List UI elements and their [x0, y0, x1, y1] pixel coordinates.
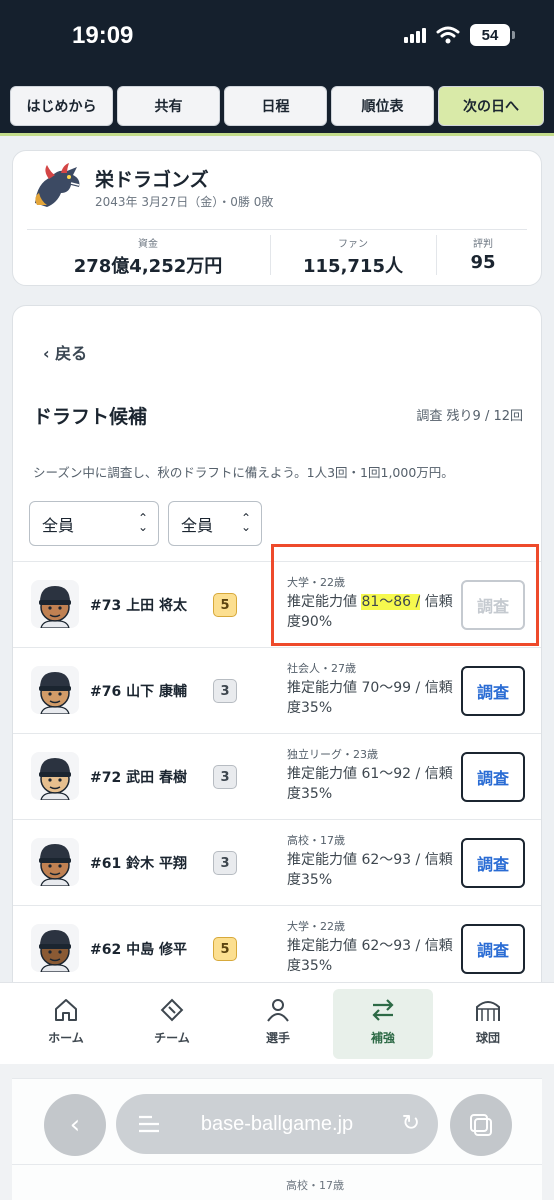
page-title: ドラフト候補: [33, 406, 148, 428]
player-avatar-icon: [31, 924, 79, 972]
status-time: 19:09: [72, 22, 134, 49]
rank-badge: 5: [213, 937, 237, 961]
table-row: #62 中島 修平 5 大学・22歳 推定能力値 62〜93 / 信頼度35% …: [13, 905, 541, 991]
wifi-icon: [436, 26, 460, 44]
survey-button[interactable]: 調査: [461, 666, 525, 716]
survey-button[interactable]: 調査: [461, 924, 525, 974]
url-text: base-ballgame.jp: [200, 1112, 354, 1135]
standings-button[interactable]: 順位表: [331, 86, 434, 126]
partial-row-meta: 高校・17歳: [286, 1179, 344, 1192]
draft-description: シーズン中に調査し、秋のドラフトに備えよう。1人3回・1回1,000万円。: [33, 465, 454, 480]
signal-icon: [404, 27, 426, 43]
stat-reputation: 評判 95: [437, 235, 529, 273]
table-row: #72 武田 春樹 3 独立リーグ・23歳 推定能力値 61〜92 / 信頼度3…: [13, 733, 541, 819]
filter-select-1-value: 全員: [42, 515, 75, 535]
estimate-range-highlight: 81〜86 /: [361, 594, 421, 610]
player-avatar-icon: [31, 752, 79, 800]
tab-club[interactable]: 球団: [438, 989, 538, 1059]
stat-reputation-label: 評判: [473, 239, 493, 250]
player-avatar-icon: [31, 666, 79, 714]
share-button[interactable]: 共有: [117, 86, 220, 126]
player-name: #73 上田 将太: [90, 598, 187, 614]
team-date-record: 2043年 3月27日（金）・0勝 0敗: [95, 195, 274, 209]
survey-remaining: 調査 残り9 / 12回: [416, 409, 523, 424]
home-icon: [55, 999, 77, 1021]
player-name: #72 武田 春樹: [90, 770, 187, 786]
bottom-tab-bar: ホーム チーム 選手 補強 球団: [0, 982, 554, 1064]
player-meta: 大学・22歳: [287, 920, 345, 933]
person-icon: [267, 999, 289, 1022]
stat-fans-value: 115,715人: [303, 256, 403, 277]
table-row: #73 上田 将太 5 大学・22歳 推定能力値 81〜86 / 信頼度90% …: [13, 561, 541, 647]
player-name: #62 中島 修平: [90, 942, 187, 958]
swap-arrows-icon: [372, 999, 394, 1021]
diamond-icon: [160, 998, 184, 1022]
tabs-icon: [470, 1114, 492, 1136]
divider: [27, 229, 527, 230]
app-header: 19:09 54 はじめから 共有 日程 順位表 次の日へ: [0, 0, 554, 136]
stadium-icon: [476, 1001, 500, 1021]
tab-reinforce-label: 補強: [370, 1031, 395, 1045]
player-meta: 社会人・27歳: [287, 662, 356, 675]
tab-team-label: チーム: [154, 1031, 190, 1045]
team-name: 栄ドラゴンズ: [95, 169, 209, 191]
tab-players[interactable]: 選手: [228, 989, 328, 1059]
page-menu-icon: [139, 1115, 159, 1133]
player-name: #61 鈴木 平翔: [90, 856, 187, 872]
estimate-text: 推定能力値 61〜92 / 信頼度35%: [287, 766, 453, 802]
stat-funds-value: 278億4,252万円: [73, 256, 223, 277]
player-meta: 大学・22歳: [287, 576, 345, 589]
player-avatar-icon: [31, 838, 79, 886]
rank-badge: 3: [213, 765, 237, 789]
url-bar[interactable]: base-ballgame.jp ↻: [116, 1094, 438, 1154]
estimate-text: 推定能力値 81〜86 / 信頼度90%: [287, 594, 453, 630]
tab-home[interactable]: ホーム: [16, 989, 116, 1059]
chevron-updown-icon: ⌃ ⌄: [240, 511, 251, 534]
stat-funds-label: 資金: [138, 239, 158, 250]
stat-fans: ファン 115,715人: [271, 235, 435, 278]
filter-select-2[interactable]: 全員 ⌃ ⌄: [168, 501, 262, 546]
tab-home-label: ホーム: [48, 1031, 84, 1045]
tab-club-label: 球団: [475, 1031, 500, 1045]
estimate-text: 推定能力値 62〜93 / 信頼度35%: [287, 938, 453, 974]
survey-button[interactable]: 調査: [461, 580, 525, 630]
start-over-button[interactable]: はじめから: [10, 86, 113, 126]
stat-reputation-value: 95: [470, 252, 496, 273]
rank-badge: 3: [213, 851, 237, 875]
survey-button[interactable]: 調査: [461, 752, 525, 802]
battery-icon: 54: [470, 24, 515, 46]
stat-fans-label: ファン: [338, 239, 368, 250]
estimate-text: 推定能力値 62〜93 / 信頼度35%: [287, 852, 453, 888]
player-meta: 高校・17歳: [287, 834, 345, 847]
table-row: #76 山下 康輔 3 社会人・27歳 推定能力値 70〜99 / 信頼度35%…: [13, 647, 541, 733]
top-nav: はじめから 共有 日程 順位表 次の日へ: [10, 86, 544, 126]
player-name: #76 山下 康輔: [90, 684, 187, 700]
rank-badge: 5: [213, 593, 237, 617]
stat-funds: 資金 278億4,252万円: [27, 235, 269, 278]
tabs-button[interactable]: [450, 1094, 512, 1156]
back-link[interactable]: ‹ 戻る: [43, 340, 87, 364]
filter-select-1[interactable]: 全員 ⌃ ⌄: [29, 501, 159, 546]
estimate-text: 推定能力値 70〜99 / 信頼度35%: [287, 680, 453, 716]
chevron-updown-icon: ⌃ ⌄: [137, 511, 148, 534]
team-logo-dragon-icon: [35, 163, 80, 207]
schedule-button[interactable]: 日程: [224, 86, 327, 126]
survey-button[interactable]: 調査: [461, 838, 525, 888]
tab-players-label: 選手: [265, 1031, 290, 1045]
tab-team[interactable]: チーム: [122, 989, 222, 1059]
tab-reinforce[interactable]: 補強: [333, 989, 433, 1059]
player-meta: 独立リーグ・23歳: [287, 748, 378, 761]
status-icons: 54: [404, 24, 515, 46]
team-summary-card: 栄ドラゴンズ 2043年 3月27日（金）・0勝 0敗 資金 278億4,252…: [12, 150, 542, 286]
table-row: #61 鈴木 平翔 3 高校・17歳 推定能力値 62〜93 / 信頼度35% …: [13, 819, 541, 905]
browser-chrome: 高校・17歳 ‹ base-ballgame.jp ↻: [0, 1064, 554, 1200]
player-avatar-icon: [31, 580, 79, 628]
filter-select-2-value: 全員: [181, 515, 214, 535]
next-day-button[interactable]: 次の日へ: [438, 86, 544, 126]
reload-icon[interactable]: ↻: [402, 1110, 420, 1136]
browser-back-button[interactable]: ‹: [44, 1094, 106, 1156]
list-item: 高校・17歳: [12, 1164, 542, 1200]
rank-badge: 3: [213, 679, 237, 703]
